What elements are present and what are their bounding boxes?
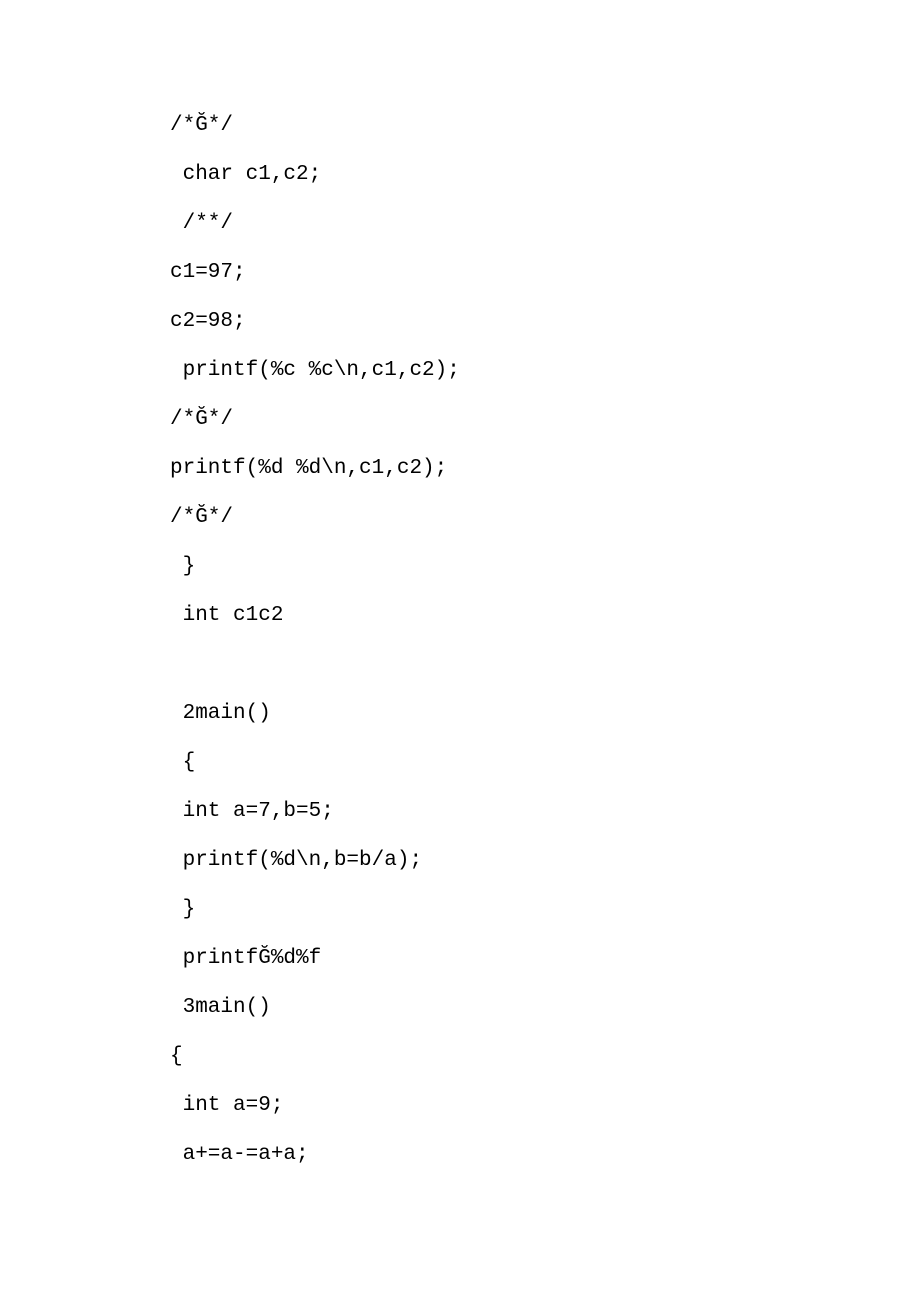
blank-line <box>170 654 920 703</box>
code-line: int c1c2 <box>170 605 920 626</box>
code-line: } <box>170 556 920 577</box>
code-line: int a=9; <box>170 1095 920 1116</box>
code-line: { <box>170 752 920 773</box>
code-line: /*Ğ*/ <box>170 507 920 528</box>
code-line: 2main() <box>170 703 920 724</box>
code-line: c1=97; <box>170 262 920 283</box>
code-line: { <box>170 1046 920 1067</box>
code-line: } <box>170 899 920 920</box>
code-line: printf(%d %d\n,c1,c2); <box>170 458 920 479</box>
code-line: printf(%c %c\n,c1,c2); <box>170 360 920 381</box>
code-line: printfĞ%d%f <box>170 948 920 969</box>
code-line: /**/ <box>170 213 920 234</box>
code-line: int a=7,b=5; <box>170 801 920 822</box>
code-line: /*Ğ*/ <box>170 409 920 430</box>
code-line: printf(%d\n,b=b/a); <box>170 850 920 871</box>
document-page: /*Ğ*/ char c1,c2; /**/ c1=97; c2=98; pri… <box>0 0 920 1165</box>
code-line: /*Ğ*/ <box>170 115 920 136</box>
code-line: 3main() <box>170 997 920 1018</box>
code-line: char c1,c2; <box>170 164 920 185</box>
code-line: c2=98; <box>170 311 920 332</box>
code-line: a+=a-=a+a; <box>170 1144 920 1165</box>
